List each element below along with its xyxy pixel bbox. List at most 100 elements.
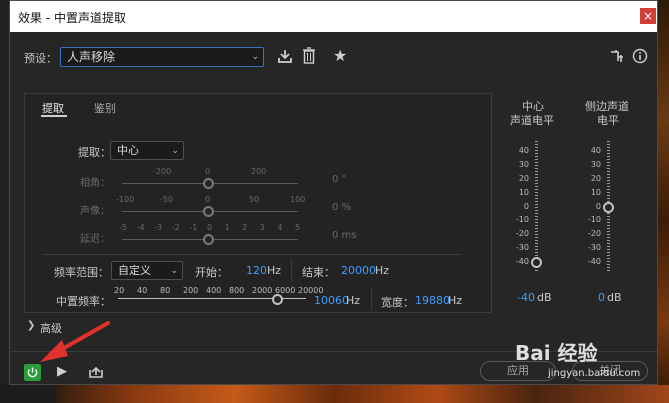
side-meter-tick: 40: [590, 146, 601, 155]
power-button[interactable]: [24, 364, 41, 381]
center-freq-label: 中置频率：: [56, 295, 111, 308]
center-freq-scale-tick: 2000: [252, 286, 273, 295]
center-freq-value[interactable]: 10060: [314, 294, 349, 307]
delay-scale-tick: -5: [119, 223, 127, 232]
center-freq-scale-tick: 40: [137, 286, 148, 295]
center-meter-tick: -30: [515, 243, 529, 253]
background-spectrogram-right: [658, 0, 669, 403]
pan-scale: 100: [290, 195, 306, 204]
center-meter-tick: 0: [523, 201, 529, 211]
width-value[interactable]: 19880: [415, 294, 450, 307]
delay-value: 0 ms: [332, 230, 357, 241]
play-icon[interactable]: ▶: [57, 364, 67, 379]
delay-scale-tick: -2: [171, 223, 180, 232]
center-freq-scale-tick: 800: [229, 286, 245, 295]
side-meter-tick: 30: [590, 159, 601, 169]
chevron-down-icon: ⌄: [170, 266, 178, 276]
delay-scale-tick: -4: [136, 223, 145, 232]
center-meter-tick: 20: [518, 173, 529, 183]
trash-icon[interactable]: [302, 47, 316, 64]
delay-scale-tick: 4: [277, 223, 283, 232]
tab-identify[interactable]: 鉴别: [94, 100, 116, 116]
side-meter-tick: 10: [590, 187, 601, 197]
divider: [42, 254, 462, 255]
background-spectrogram-bottom: [0, 385, 669, 403]
freq-range-select[interactable]: 自定义 ⌄: [111, 261, 183, 280]
tab-extract[interactable]: 提取: [42, 100, 64, 116]
phase-value: 0 °: [332, 174, 347, 185]
pan-scale: -50: [160, 195, 174, 204]
phase-scale-max: 200: [251, 167, 267, 176]
chevron-down-icon: ⌄: [251, 52, 259, 62]
delay-scale-tick: -1: [189, 223, 198, 232]
side-meter-tick: -20: [587, 229, 601, 239]
center-meter-tick: 10: [518, 187, 529, 197]
watermark-brand: Bai 经验: [515, 341, 598, 365]
center-freq-scale-tick: 80: [160, 286, 171, 295]
delay-scale-tick: 0: [207, 223, 213, 232]
center-freq-knob[interactable]: [272, 294, 283, 305]
side-meter-title2: 电平: [597, 114, 619, 127]
side-meter-tick: 20: [590, 173, 601, 183]
center-meter-tick: -20: [515, 229, 529, 239]
delay-scale-tick: -3: [154, 223, 163, 232]
phase-label: 相角：: [80, 178, 110, 189]
center-meter-unit: dB: [537, 291, 552, 304]
freq-range-value: 自定义: [118, 264, 151, 277]
center-meter-bar: [535, 141, 538, 271]
end-label: 结束：: [302, 266, 335, 279]
separator: [291, 259, 292, 281]
window-title: 效果 - 中置声道提取: [18, 11, 126, 25]
width-label: 宽度：: [381, 296, 414, 309]
center-meter-tick: -40: [515, 257, 529, 266]
center-meter-tick: 40: [518, 146, 529, 155]
end-value[interactable]: 20000: [341, 264, 376, 277]
background-app-left: [0, 0, 9, 403]
extract-value: 中心: [117, 144, 139, 157]
side-meter-tick: -10: [587, 215, 601, 225]
side-meter-value: 0: [598, 291, 605, 304]
download-icon[interactable]: [277, 48, 293, 64]
start-unit: Hz: [267, 264, 282, 277]
freq-range-label: 频率范围：: [54, 266, 109, 279]
extract-label: 提取：: [78, 146, 111, 159]
delay-scale-tick: 5: [295, 223, 301, 232]
start-value[interactable]: 120: [246, 264, 267, 277]
pan-knob[interactable]: [203, 206, 214, 217]
phase-scale-min: -200: [153, 167, 172, 176]
center-meter-knob[interactable]: [531, 257, 542, 268]
center-meter-tick: -10: [515, 215, 529, 225]
effect-dialog: 效果 - 中置声道提取 × 预设： 人声移除 ⌄ ★ 提取 鉴别 提取： 中心 …: [9, 0, 658, 385]
pan-value: 0 %: [332, 202, 352, 213]
phase-knob[interactable]: [203, 178, 214, 189]
side-meter-unit: dB: [607, 291, 622, 304]
chevron-right-icon[interactable]: ❯: [27, 320, 35, 331]
center-meter-title2: 声道电平: [510, 114, 554, 127]
center-freq-scale-tick: 200: [183, 286, 199, 295]
routing-icon[interactable]: [610, 49, 624, 63]
close-window-button[interactable]: ×: [640, 8, 656, 24]
title-bar: 效果 - 中置声道提取 ×: [10, 1, 657, 32]
info-icon[interactable]: [632, 48, 648, 64]
start-label: 开始：: [195, 266, 228, 279]
pan-scale: 0: [205, 195, 211, 204]
delay-label: 延迟：: [80, 234, 110, 245]
export-icon[interactable]: [88, 364, 104, 379]
extract-select[interactable]: 中心 ⌄: [110, 141, 184, 160]
center-freq-scale-tick: 400: [206, 286, 222, 295]
width-unit: Hz: [448, 294, 463, 307]
delay-scale-tick: 3: [259, 223, 265, 232]
delay-scale-tick: 1: [224, 223, 230, 232]
side-meter-tick: -30: [587, 243, 601, 253]
chevron-down-icon: ⌄: [171, 146, 179, 156]
preset-select[interactable]: 人声移除 ⌄: [60, 47, 264, 67]
phase-scale-mid: 0: [205, 167, 211, 176]
delay-knob[interactable]: [203, 234, 214, 245]
advanced-toggle[interactable]: 高级: [40, 320, 62, 336]
delay-scale-tick: 2: [242, 223, 248, 232]
watermark-url: jingyan.baidu.com: [548, 368, 641, 379]
star-icon[interactable]: ★: [333, 46, 347, 65]
side-meter-knob[interactable]: [603, 201, 614, 213]
separator: [371, 288, 372, 310]
active-tab-indicator: [41, 115, 67, 117]
